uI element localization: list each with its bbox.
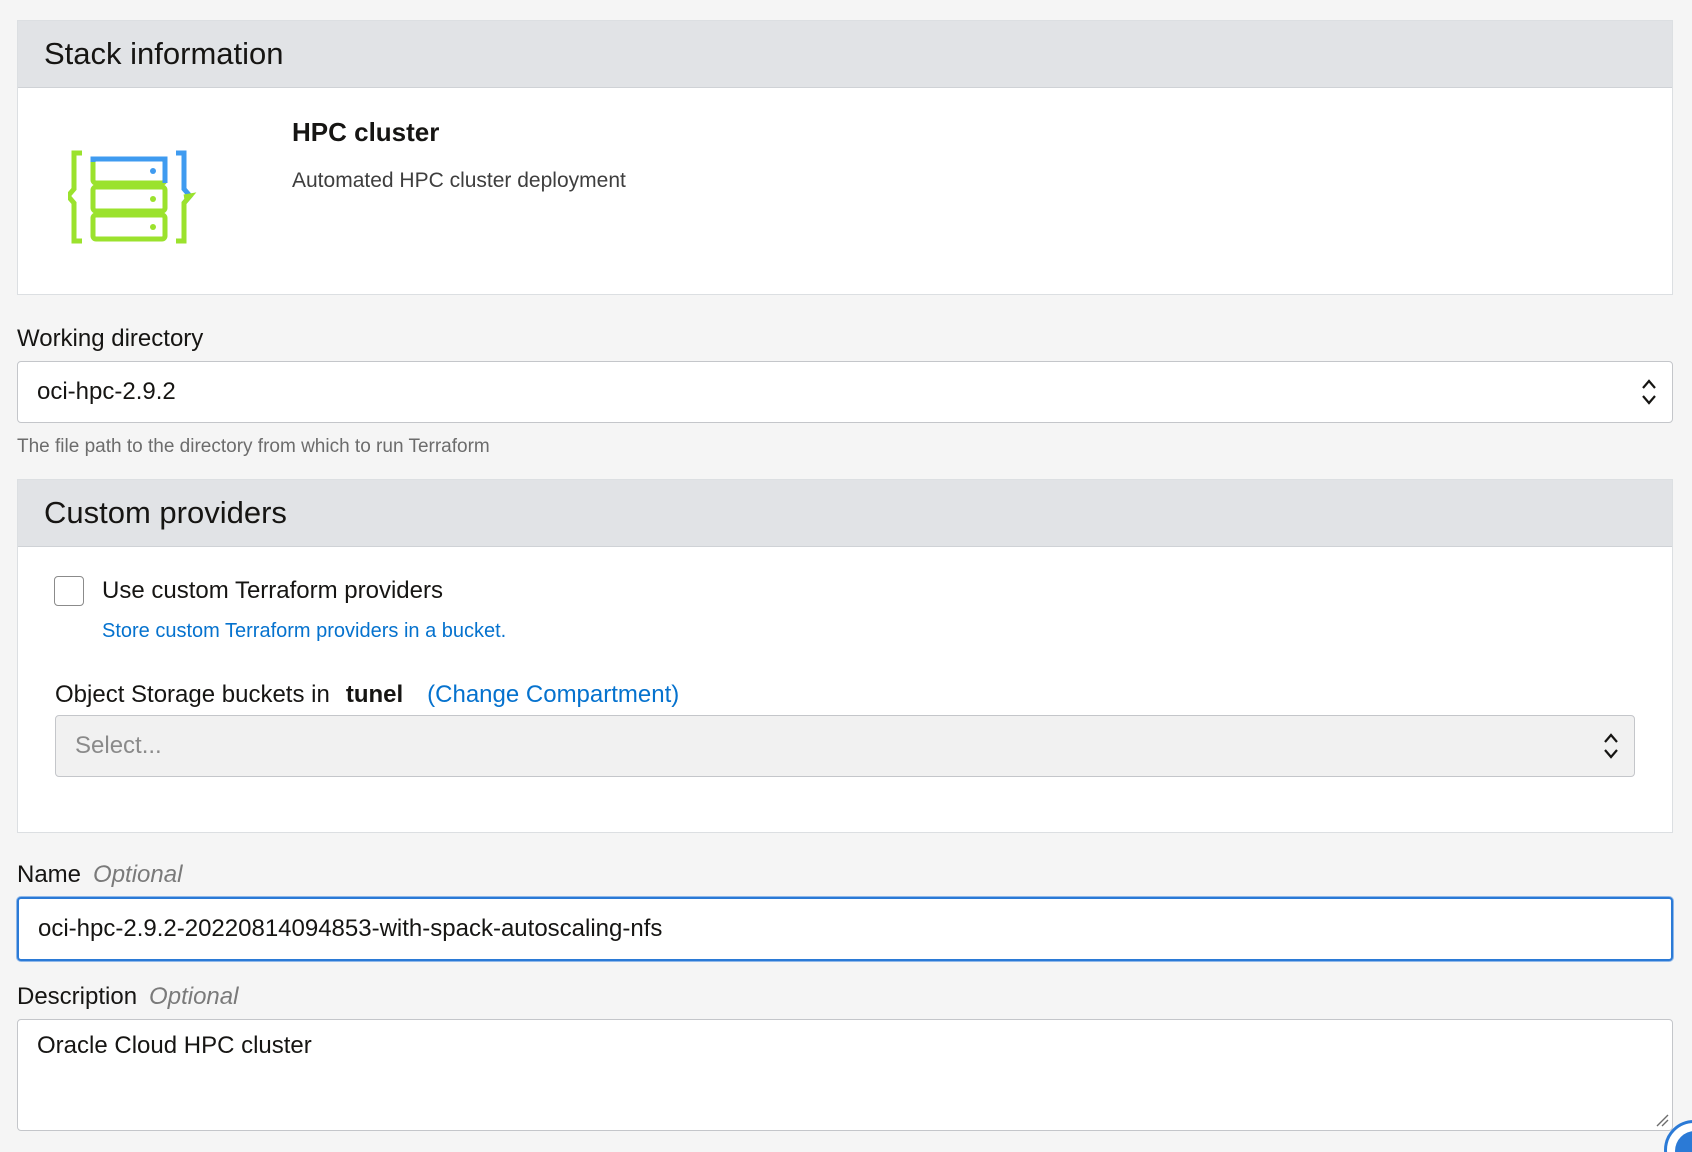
compartment-name: tunel (345, 681, 404, 708)
custom-providers-header: Custom providers (18, 480, 1672, 547)
description-optional: Optional (149, 983, 239, 1010)
name-label-text: Name (17, 861, 82, 888)
stack-description: Automated HPC cluster deployment (292, 169, 626, 192)
bucket-select[interactable]: Select... (55, 715, 1635, 777)
working-directory-label: Working directory (17, 325, 204, 352)
description-textarea[interactable]: Oracle Cloud HPC cluster (17, 1019, 1673, 1131)
select-arrows-icon (1642, 379, 1656, 405)
custom-providers-panel: Custom providers Use custom Terraform pr… (17, 479, 1673, 833)
custom-providers-checkbox[interactable] (54, 576, 84, 606)
change-compartment-link[interactable]: (Change Compartment) (427, 681, 679, 709)
description-label-text: Description (17, 983, 138, 1010)
stack-name: HPC cluster (292, 117, 440, 147)
description-value: Oracle Cloud HPC cluster (37, 1032, 312, 1059)
working-directory-value: oci-hpc-2.9.2 (37, 378, 176, 405)
resize-grip-icon[interactable] (1653, 1111, 1669, 1127)
bucket-label-text: Object Storage buckets in (55, 681, 330, 708)
stack-configuration-page: Stack information HPC cluster Automated … (0, 0, 1692, 1152)
working-directory-hint: The file path to the directory from whic… (17, 436, 490, 457)
store-providers-link[interactable]: Store custom Terraform providers in a bu… (102, 620, 506, 643)
name-input-value: oci-hpc-2.9.2-20220814094853-with-spack-… (38, 915, 663, 942)
stack-information-header: Stack information (18, 21, 1672, 88)
name-optional: Optional (93, 861, 183, 888)
description-label: Description Optional (17, 983, 238, 1011)
name-label: Name Optional (17, 861, 182, 889)
name-input[interactable]: oci-hpc-2.9.2-20220814094853-with-spack-… (17, 897, 1673, 961)
bucket-label: Object Storage buckets in tunel (Change … (55, 681, 679, 709)
server-stack-icon (64, 131, 228, 261)
select-arrows-icon (1604, 733, 1618, 759)
working-directory-select[interactable]: oci-hpc-2.9.2 (17, 361, 1673, 423)
custom-providers-checkbox-label[interactable]: Use custom Terraform providers (102, 577, 443, 605)
bucket-select-placeholder: Select... (75, 732, 162, 759)
stack-information-panel: Stack information HPC cluster Automated … (17, 20, 1673, 295)
